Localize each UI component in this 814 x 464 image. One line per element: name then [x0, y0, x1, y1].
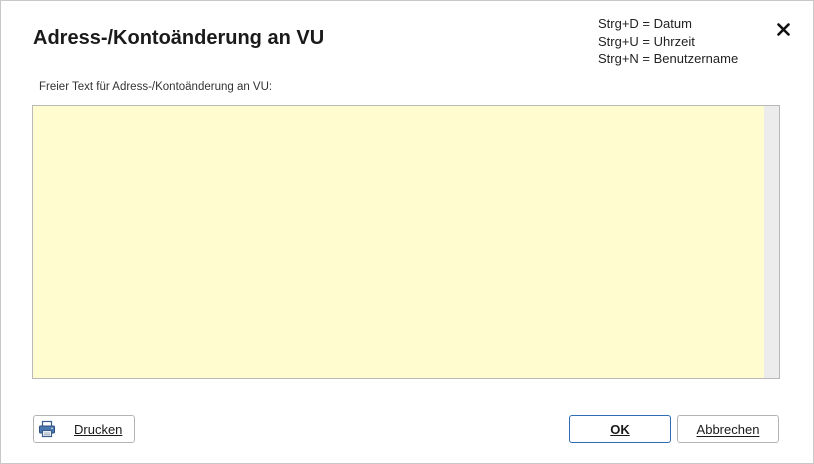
print-button[interactable]: Drucken: [33, 415, 135, 443]
free-text-container: [32, 105, 780, 379]
shortcut-hint-date: Strg+D = Datum: [598, 16, 692, 31]
shortcut-hint-time: Strg+U = Uhrzeit: [598, 33, 695, 49]
close-button[interactable]: [773, 18, 793, 40]
free-text-label: Freier Text für Adress-/Kontoänderung an…: [39, 81, 273, 93]
cancel-button[interactable]: Abbrechen: [677, 415, 779, 443]
printer-icon: [39, 420, 55, 438]
shortcut-hints: Strg+D = Datum Strg+U = Uhrzeit Strg+N =…: [598, 15, 738, 68]
print-button-label: Drucken: [74, 421, 123, 437]
cancel-button-label: Abbrechen: [696, 421, 760, 437]
vertical-scrollbar[interactable]: [764, 106, 779, 378]
shortcut-hint-username: Strg+N = Benutzername: [598, 51, 739, 66]
ok-button-label: OK: [610, 421, 630, 437]
dialog-window: Adress-/Kontoänderung an VU Strg+D = Dat…: [0, 0, 814, 464]
ok-button[interactable]: OK: [569, 415, 671, 443]
dialog-title: Adress-/Kontoänderung an VU: [33, 27, 325, 49]
free-text-input[interactable]: [33, 106, 765, 378]
close-icon: [776, 22, 790, 36]
